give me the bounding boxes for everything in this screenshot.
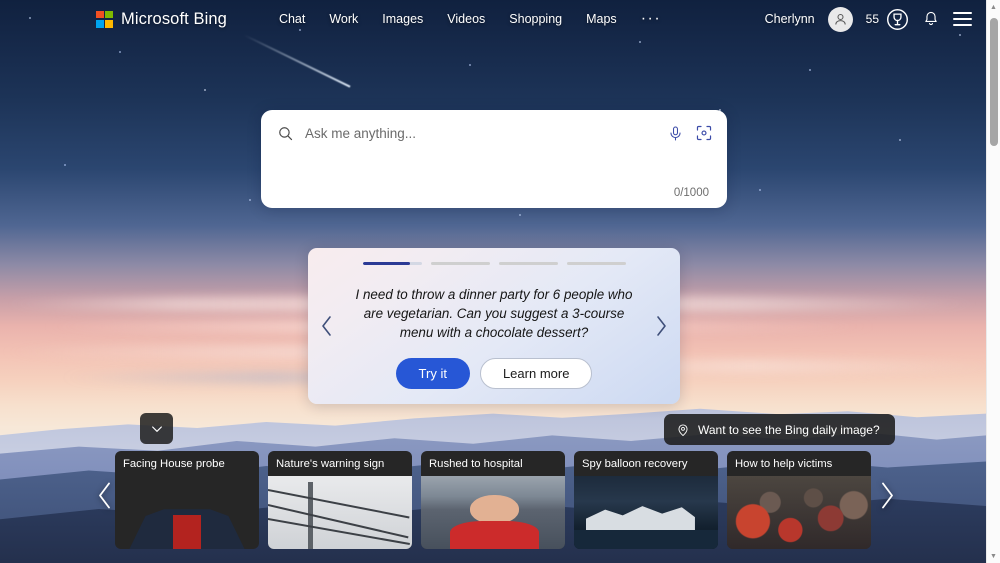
- search-actions: [667, 124, 713, 142]
- rewards-points: 55: [865, 12, 879, 26]
- news-card[interactable]: Facing House probe: [115, 451, 259, 549]
- nav-item-shopping[interactable]: Shopping: [509, 12, 562, 26]
- logo-square-green: [105, 10, 113, 19]
- news-carousel: Facing House probe Nature's warning sign: [0, 450, 986, 550]
- news-card-image: [268, 476, 412, 549]
- user-name: Cherlynn: [764, 12, 815, 26]
- nav-item-videos[interactable]: Videos: [447, 12, 485, 26]
- nav-item-maps[interactable]: Maps: [586, 12, 617, 26]
- nav-item-images[interactable]: Images: [382, 12, 423, 26]
- news-image-detail: [172, 515, 202, 549]
- logo-square-blue: [96, 19, 104, 28]
- logo-square-red: [96, 10, 104, 19]
- avatar[interactable]: [827, 6, 853, 32]
- suggestion-next-chevron-icon[interactable]: [654, 315, 668, 337]
- news-image-detail: [449, 521, 540, 549]
- news-card-title: Nature's warning sign: [276, 458, 385, 470]
- news-card-image: [421, 476, 565, 549]
- news-card[interactable]: Nature's warning sign: [268, 451, 412, 549]
- microphone-icon[interactable]: [667, 125, 684, 142]
- chevron-down-icon: [151, 425, 162, 432]
- slide-indicator-2[interactable]: [430, 262, 490, 265]
- news-card-title: How to help victims: [735, 458, 833, 470]
- slide-indicator-3[interactable]: [498, 262, 558, 265]
- location-pin-icon: [676, 423, 690, 437]
- slide-indicator-1[interactable]: [362, 262, 422, 265]
- hamburger-line: [953, 23, 972, 26]
- carousel-next-chevron-icon[interactable]: [878, 481, 896, 516]
- person-icon: [834, 13, 846, 25]
- nav-more-button[interactable]: ···: [641, 11, 661, 27]
- site-header: Microsoft Bing Chat Work Images Videos S…: [0, 0, 986, 38]
- suggestion-buttons: Try it Learn more: [395, 358, 593, 389]
- microsoft-logo-icon: [96, 10, 113, 28]
- slide-indicators: [362, 262, 626, 265]
- logo-text: Microsoft Bing: [121, 9, 227, 28]
- news-image-detail: [268, 489, 410, 519]
- suggestion-prev-chevron-icon[interactable]: [320, 315, 334, 337]
- suggestion-card: I need to throw a dinner party for 6 peo…: [308, 248, 680, 404]
- slide-indicator-4[interactable]: [566, 262, 626, 265]
- search-icon[interactable]: [277, 125, 294, 142]
- nav-item-work[interactable]: Work: [329, 12, 358, 26]
- news-card-title: Facing House probe: [123, 458, 225, 470]
- hamburger-line: [953, 12, 972, 15]
- news-image-detail: [574, 530, 718, 549]
- header-actions: Cherlynn 55: [764, 6, 972, 32]
- news-image-detail: [469, 494, 519, 525]
- news-card-title: Rushed to hospital: [429, 458, 523, 470]
- scroll-up-arrow-icon[interactable]: ▲: [987, 0, 1000, 14]
- notifications-bell-icon[interactable]: [922, 10, 940, 28]
- bing-logo[interactable]: Microsoft Bing: [96, 10, 227, 29]
- try-it-button[interactable]: Try it: [395, 358, 470, 389]
- daily-image-button[interactable]: Want to see the Bing daily image?: [664, 414, 895, 445]
- news-card-title: Spy balloon recovery: [582, 458, 688, 470]
- news-card-image: [115, 476, 259, 549]
- hamburger-line: [953, 18, 972, 20]
- news-image-detail: [585, 506, 695, 530]
- expand-feed-button[interactable]: [140, 413, 173, 444]
- news-card-image: [727, 476, 871, 549]
- bing-homepage: Microsoft Bing Chat Work Images Videos S…: [0, 0, 1000, 563]
- logo-square-yellow: [105, 19, 113, 28]
- visual-search-icon[interactable]: [695, 124, 713, 142]
- carousel-prev-chevron-icon[interactable]: [96, 481, 114, 516]
- main-nav: Chat Work Images Videos Shopping Maps ··…: [279, 11, 661, 27]
- news-card[interactable]: Spy balloon recovery: [574, 451, 718, 549]
- scrollbar-thumb[interactable]: [990, 18, 998, 146]
- news-card[interactable]: How to help victims: [727, 451, 871, 549]
- search-input[interactable]: [305, 125, 667, 141]
- news-card-list: Facing House probe Nature's warning sign: [115, 451, 871, 549]
- rewards-icon[interactable]: [886, 8, 909, 31]
- learn-more-button[interactable]: Learn more: [479, 358, 593, 389]
- nav-item-chat[interactable]: Chat: [279, 12, 305, 26]
- suggestion-text: I need to throw a dinner party for 6 peo…: [355, 287, 633, 340]
- character-counter: 0/1000: [673, 187, 709, 199]
- news-card-image: [574, 476, 718, 549]
- daily-image-label: Want to see the Bing daily image?: [698, 422, 880, 437]
- search-row: [261, 110, 727, 156]
- search-box: 0/1000: [261, 110, 727, 208]
- hamburger-menu-icon[interactable]: [953, 12, 972, 26]
- news-card[interactable]: Rushed to hospital: [421, 451, 565, 549]
- scroll-down-arrow-icon[interactable]: ▼: [987, 549, 1000, 563]
- page-scrollbar[interactable]: ▲ ▼: [986, 0, 1000, 563]
